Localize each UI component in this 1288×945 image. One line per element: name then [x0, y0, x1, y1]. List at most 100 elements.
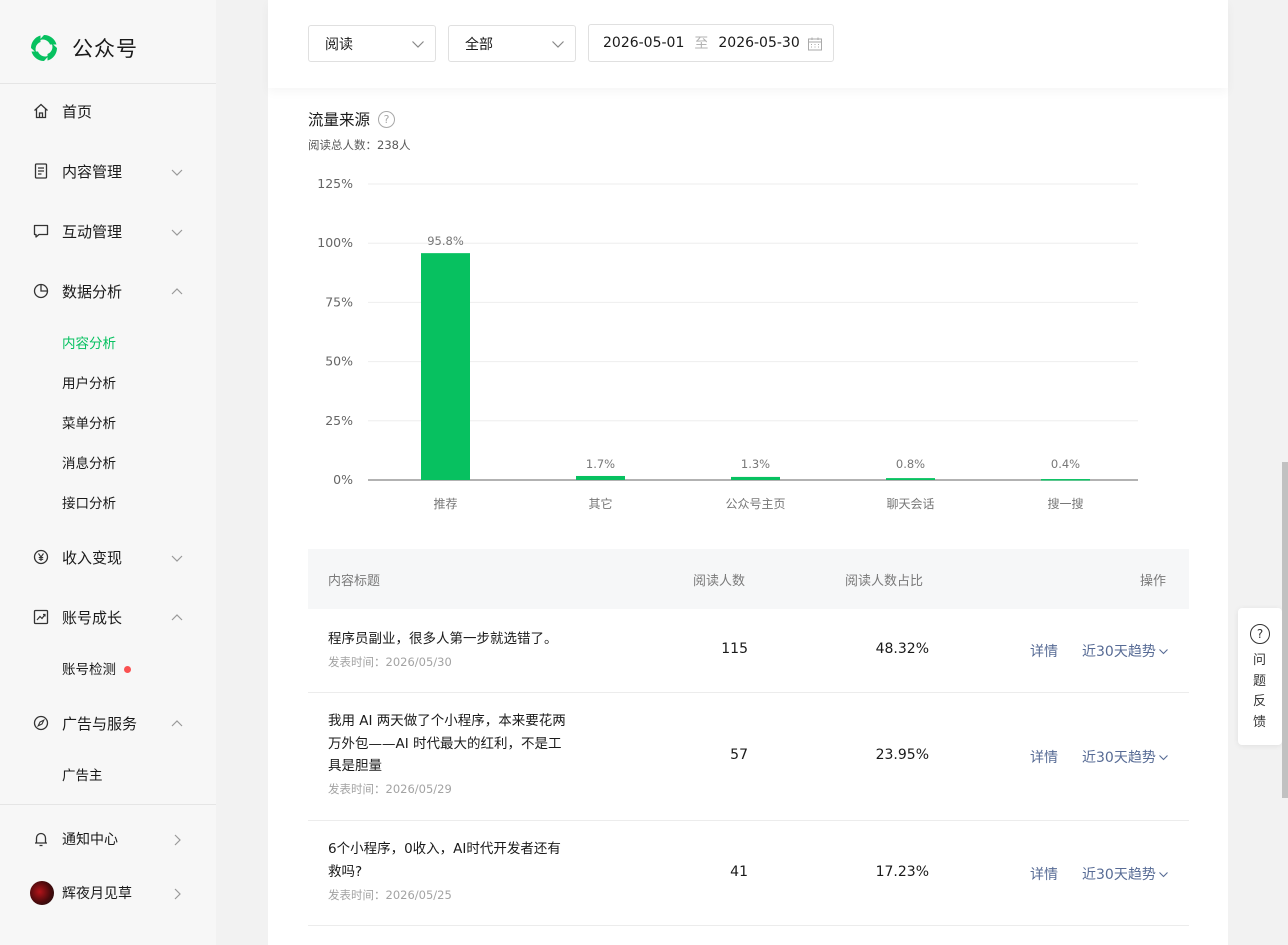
y-tick-label: 100%: [317, 235, 353, 250]
chevron-up-icon: [170, 610, 184, 624]
x-tick-label: 其它: [588, 496, 612, 511]
chevron-up-icon: [170, 716, 184, 730]
compass-icon: [32, 714, 50, 732]
y-tick-label: 75%: [325, 294, 353, 309]
trend-label: 近30天趋势: [1082, 750, 1156, 766]
readers-count: 115: [721, 641, 748, 657]
sidebar-item-label: 内容管理: [62, 162, 123, 181]
trend-dropdown[interactable]: 近30天趋势: [1082, 641, 1169, 661]
sidebar-item-label: 互动管理: [62, 222, 123, 241]
readers-count: 57: [730, 747, 748, 763]
filter-bar: 阅读 全部 2026-05-01 至 2026-05-30: [268, 0, 1228, 88]
sidebar-subitem-account-check[interactable]: 账号检测: [62, 660, 131, 680]
y-tick-label: 25%: [325, 413, 353, 428]
date-range-picker[interactable]: 2026-05-01 至 2026-05-30: [588, 24, 834, 62]
table-row: 程序员副业，很多人第一步就选错了。 发表时间：2026/05/30 115 48…: [308, 609, 1189, 693]
traffic-source-title-text: 流量来源: [308, 111, 371, 129]
trend-dropdown[interactable]: 近30天趋势: [1082, 864, 1169, 884]
x-tick-label: 推荐: [433, 497, 457, 511]
sidebar-item-account-growth[interactable]: 账号成长: [32, 602, 192, 632]
table-row: 我用 AI 两天做了个小程序，本来要花两万外包——AI 时代最大的红利，不是工具…: [308, 693, 1189, 821]
sidebar-item-home[interactable]: 首页: [32, 96, 192, 126]
sidebar-item-label: 数据分析: [62, 282, 123, 301]
sidebar-item-interaction-management[interactable]: 互动管理: [32, 216, 192, 246]
wechat-official-logo-icon: [31, 35, 57, 61]
publish-date: 发表时间：2026/05/30: [328, 655, 452, 669]
chevron-down-icon: [552, 41, 564, 48]
detail-link[interactable]: 详情: [1030, 747, 1058, 767]
sidebar-item-label: 广告与服务: [62, 714, 138, 733]
trend-chart-icon: [32, 608, 50, 626]
yen-icon: [32, 548, 50, 566]
main-panel: 阅读 全部 2026-05-01 至 2026-05-30 流量来源 ? 阅读总…: [268, 0, 1228, 945]
chevron-right-icon: [170, 886, 184, 900]
document-icon: [32, 162, 50, 180]
sidebar-item-data-analysis[interactable]: 数据分析: [32, 276, 192, 306]
chevron-down-icon: [170, 164, 184, 178]
detail-link[interactable]: 详情: [1030, 864, 1058, 884]
sidebar-item-user-profile[interactable]: 辉夜月见草: [30, 878, 192, 908]
bar: [886, 478, 935, 480]
sidebar-subitem-api-analysis[interactable]: 接口分析: [62, 494, 116, 514]
date-end[interactable]: 2026-05-30: [718, 35, 799, 51]
scope-select[interactable]: 全部: [448, 25, 576, 62]
chevron-right-icon: [170, 832, 184, 846]
y-tick-label: 50%: [325, 354, 353, 369]
chevron-down-icon: [170, 550, 184, 564]
bar: [421, 253, 470, 480]
chevron-down-icon: [1158, 754, 1168, 760]
sidebar-item-label: 账号成长: [62, 608, 123, 627]
article-title: 6个小程序，0收入，AI时代开发者还有救吗?: [328, 841, 561, 880]
traffic-source-title: 流量来源 ?: [308, 108, 396, 130]
header-readers: 阅读人数: [693, 574, 746, 589]
sidebar-item-content-management[interactable]: 内容管理: [32, 156, 192, 186]
message-icon: [32, 222, 50, 240]
user-name: 辉夜月见草: [62, 886, 132, 902]
readers-ratio: 23.95%: [875, 747, 929, 763]
sidebar-subitem-content-analysis[interactable]: 内容分析: [62, 334, 116, 354]
trend-dropdown[interactable]: 近30天趋势: [1082, 747, 1169, 767]
date-separator: 至: [694, 36, 709, 52]
chevron-down-icon: [412, 41, 424, 48]
home-icon: [32, 102, 50, 120]
chevron-down-icon: [170, 224, 184, 238]
calendar-icon: [808, 37, 822, 51]
trend-label: 近30天趋势: [1082, 644, 1156, 660]
avatar: [30, 881, 54, 905]
header-content-title: 内容标题: [328, 574, 381, 589]
y-tick-label: 125%: [317, 176, 353, 191]
header-action: 操作: [1140, 574, 1167, 589]
date-start[interactable]: 2026-05-01: [603, 35, 684, 51]
bar-value-label: 0.4%: [1051, 457, 1080, 471]
bar: [576, 475, 625, 480]
article-title: 程序员副业，很多人第一步就选错了。: [328, 631, 558, 647]
scrollbar-thumb[interactable]: [1282, 462, 1288, 798]
sidebar-item-notifications[interactable]: 通知中心: [32, 824, 192, 854]
metric-select-value: 阅读: [325, 36, 353, 53]
chevron-down-icon: [1158, 871, 1168, 877]
chevron-down-icon: [1158, 648, 1168, 654]
app-logo[interactable]: 公众号: [28, 32, 138, 64]
x-tick-label: 搜一搜: [1047, 496, 1083, 511]
sidebar-subitem-advertiser[interactable]: 广告主: [62, 766, 103, 786]
y-tick-label: 0%: [333, 472, 353, 487]
bar-value-label: 1.3%: [741, 457, 770, 471]
readers-ratio: 17.23%: [875, 864, 929, 880]
sidebar-item-ads-services[interactable]: 广告与服务: [32, 708, 192, 738]
sidebar-item-label: 收入变现: [62, 548, 123, 567]
sidebar-subitem-message-analysis[interactable]: 消息分析: [62, 454, 116, 474]
readers-ratio: 48.32%: [875, 641, 929, 657]
feedback-button[interactable]: ? 问题反馈: [1238, 608, 1282, 745]
sidebar-subitem-menu-analysis[interactable]: 菜单分析: [62, 414, 116, 434]
table-row: 6个小程序，0收入，AI时代开发者还有救吗? 发表时间：2026/05/25 4…: [308, 821, 1189, 926]
pie-chart-icon: [32, 282, 50, 300]
detail-link[interactable]: 详情: [1030, 641, 1058, 661]
sidebar-item-monetization[interactable]: 收入变现: [32, 542, 192, 572]
bar: [1041, 479, 1090, 481]
sidebar-divider: [0, 804, 216, 805]
total-readers-text: 阅读总人数：238人: [308, 138, 411, 152]
sidebar-subitem-user-analysis[interactable]: 用户分析: [62, 374, 116, 394]
metric-select[interactable]: 阅读: [308, 25, 436, 62]
table-header: 内容标题 阅读人数 阅读人数占比 操作: [308, 549, 1189, 609]
help-icon[interactable]: ?: [378, 110, 396, 128]
